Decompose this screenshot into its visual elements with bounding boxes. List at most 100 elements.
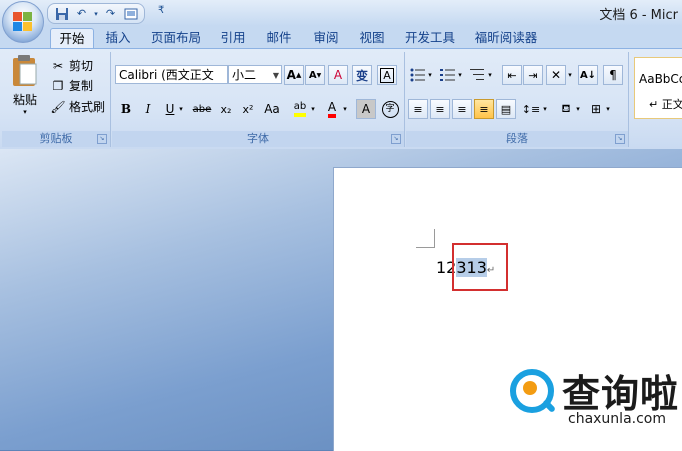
font-name-select[interactable]: Calibri (西文正文 [115, 65, 228, 84]
enclose-characters-button[interactable]: 字 [380, 99, 400, 119]
highlight-button[interactable]: ab [290, 99, 310, 119]
format-painter-label: 格式刷 [69, 100, 106, 114]
sort-button[interactable]: A↓ [578, 65, 598, 85]
chevron-down-icon: ▼ [272, 71, 279, 80]
show-hide-marks-button[interactable]: ¶ [603, 65, 623, 85]
highlight-dropdown-icon[interactable]: ▾ [308, 99, 318, 119]
justify-button[interactable]: ≡ [474, 99, 494, 119]
style-normal[interactable]: AaBbCc ↵ 正文 [634, 57, 682, 119]
bold-button[interactable]: B [116, 99, 136, 119]
align-right-button[interactable]: ≡ [452, 99, 472, 119]
margin-corner-mark [416, 229, 435, 248]
paragraph-group: ▾ ▾ ▾ ⇤ ⇥ ✕ ▾ A↓ ¶ ≡ ≡ ≡ ≡ ▤ ↕≡ ▾ ⛾ ▾ ⊞ … [406, 52, 629, 147]
tab-home[interactable]: 开始 [50, 28, 94, 49]
customize-qat-icon[interactable]: ₹ [158, 5, 164, 16]
paste-button[interactable]: 粘贴 ▾ [6, 54, 44, 124]
watermark-brand-en: chaxunla.com [568, 411, 666, 427]
styles-gallery: AaBbCc ↵ 正文 [630, 52, 682, 131]
justify-icon: ≡ [479, 102, 489, 116]
cut-button[interactable]: ✂ 剪切 [50, 57, 93, 74]
strikethrough-button[interactable]: abe [190, 99, 214, 119]
increase-indent-button[interactable]: ⇥ [523, 65, 543, 85]
undo-icon[interactable]: ↶ [72, 5, 91, 22]
highlighter-icon: ab [293, 101, 307, 117]
line-spacing-dropdown-icon[interactable]: ▾ [541, 99, 549, 119]
highlight-box [452, 243, 508, 291]
tab-insert[interactable]: 插入 [98, 28, 138, 48]
shrink-font-button[interactable]: A ▼ [305, 65, 325, 85]
chinese-layout-button[interactable]: ✕ [546, 65, 566, 85]
logo-dot-icon [523, 381, 537, 395]
paint-bucket-icon: ⛾ [561, 101, 571, 115]
ribbon: 粘贴 ▾ ✂ 剪切 ❐ 复制 🖌 格式刷 剪贴板 ↘ Calibri (西文正文… [0, 48, 682, 150]
borders-icon: ⊞ [590, 102, 602, 116]
paragraph-mark-icon: ¶ [609, 68, 617, 82]
font-size-select[interactable]: 小二 ▼ [228, 65, 282, 84]
tab-page-layout[interactable]: 页面布局 [145, 28, 207, 48]
clipboard-dialog-launcher-icon[interactable]: ↘ [97, 134, 107, 144]
font-color-dropdown-icon[interactable]: ▾ [340, 99, 350, 119]
font-dialog-launcher-icon[interactable]: ↘ [391, 134, 401, 144]
multilevel-dropdown-icon[interactable]: ▾ [486, 65, 494, 85]
decrease-indent-button[interactable]: ⇤ [502, 65, 522, 85]
style-preview-text: AaBbCc [639, 72, 682, 86]
paragraph-shading-button[interactable]: ⛾ [556, 99, 576, 119]
shading-dropdown-icon[interactable]: ▾ [574, 99, 582, 119]
paragraph-dialog-launcher-icon[interactable]: ↘ [615, 134, 625, 144]
copy-button[interactable]: ❐ 复制 [50, 77, 93, 94]
sort-icon: A↓ [579, 69, 597, 81]
font-name-value: Calibri (西文正文 [119, 68, 214, 82]
paste-dropdown-icon[interactable]: ▾ [6, 108, 44, 116]
character-border-button[interactable]: A [377, 65, 397, 85]
borders-button[interactable]: ⊞ [586, 99, 606, 119]
save-icon[interactable] [52, 5, 71, 22]
distributed-button[interactable]: ▤ [496, 99, 516, 119]
change-case-button[interactable]: Aa [261, 99, 283, 119]
tab-view[interactable]: 视图 [352, 28, 392, 48]
tab-mailings[interactable]: 邮件 [259, 28, 299, 48]
office-button[interactable] [2, 1, 44, 43]
tab-review[interactable]: 审阅 [306, 28, 346, 48]
grow-font-button[interactable]: A ▲ [284, 65, 304, 85]
undo-dropdown-icon[interactable]: ▾ [92, 5, 100, 22]
redo-icon[interactable]: ↷ [101, 5, 120, 22]
character-shading-icon: A [361, 102, 371, 116]
font-group: Calibri (西文正文 小二 ▼ A ▲ A ▼ A 变 A B I U ▾ a… [112, 52, 405, 147]
format-painter-button[interactable]: 🖌 格式刷 [50, 98, 105, 115]
borders-dropdown-icon[interactable]: ▾ [604, 99, 612, 119]
copy-icon: ❐ [52, 78, 64, 93]
bullets-icon [410, 68, 425, 82]
numbering-icon [440, 69, 455, 81]
tab-foxit-reader[interactable]: 福昕阅读器 [468, 28, 544, 48]
character-shading-button[interactable]: A [356, 99, 376, 119]
shrink-font-icon: A [308, 69, 317, 81]
ribbon-tabs: 开始 插入 页面布局 引用 邮件 审阅 视图 开发工具 福昕阅读器 [0, 26, 682, 49]
underline-dropdown-icon[interactable]: ▾ [176, 99, 186, 119]
phonetic-guide-button[interactable]: 变 [352, 65, 372, 85]
eraser-icon: A [333, 68, 343, 82]
align-center-button[interactable]: ≡ [430, 99, 450, 119]
title-bar: ↶ ▾ ↷ ₹ 文档 6 - Micr [0, 0, 682, 43]
clear-formatting-button[interactable]: A [328, 65, 348, 85]
phonetic-guide-icon: 变 [355, 68, 368, 83]
tab-developer[interactable]: 开发工具 [399, 28, 461, 48]
italic-button[interactable]: I [138, 99, 158, 119]
bullets-button[interactable] [408, 65, 428, 85]
style-name-label: ↵ 正文 [649, 98, 682, 111]
subscript-button[interactable]: x₂ [216, 99, 236, 119]
multilevel-list-button[interactable] [468, 65, 488, 85]
paintbrush-icon: 🖌 [50, 99, 66, 114]
print-preview-icon[interactable] [121, 5, 140, 22]
tab-references[interactable]: 引用 [213, 28, 253, 48]
numbering-button[interactable] [438, 65, 458, 85]
chinese-layout-dropdown-icon[interactable]: ▾ [566, 65, 574, 85]
chinese-layout-icon: ✕ [550, 68, 562, 82]
align-left-button[interactable]: ≡ [408, 99, 428, 119]
font-color-button[interactable]: A [322, 99, 342, 119]
align-right-icon: ≡ [457, 102, 467, 116]
line-spacing-button[interactable]: ↕≡ [521, 99, 541, 119]
font-color-icon: A [327, 100, 337, 118]
numbering-dropdown-icon[interactable]: ▾ [456, 65, 464, 85]
bullets-dropdown-icon[interactable]: ▾ [426, 65, 434, 85]
superscript-button[interactable]: x² [238, 99, 258, 119]
